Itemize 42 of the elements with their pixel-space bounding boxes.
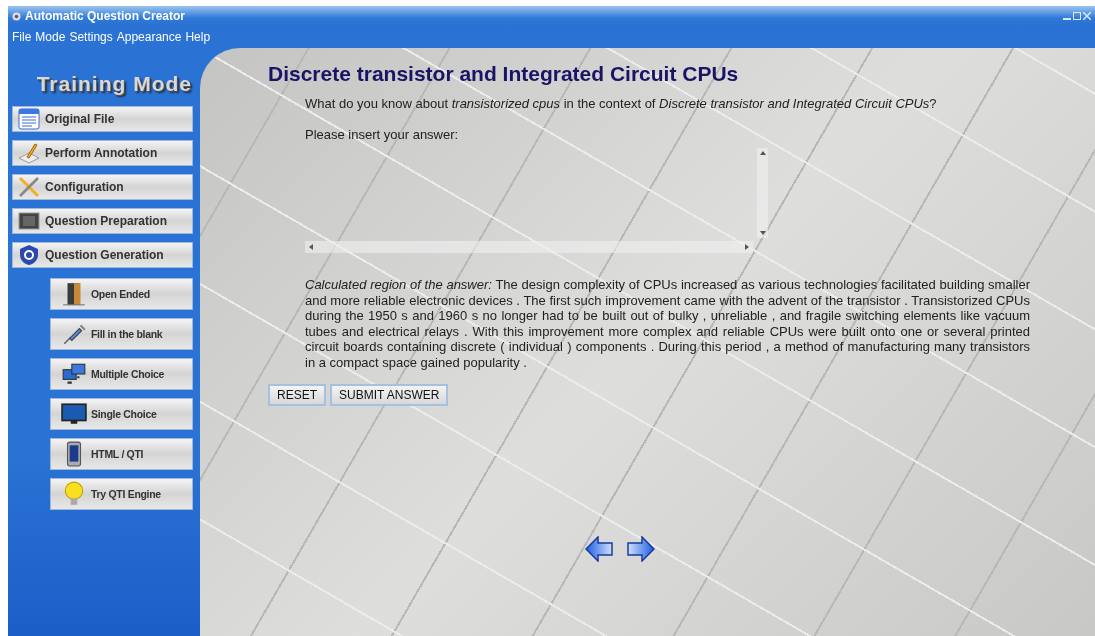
sidebar-button[interactable]: Open Ended	[50, 278, 193, 310]
menu-item[interactable]: Appearance	[116, 30, 182, 44]
sidebar-button[interactable]: Single Choice	[50, 398, 193, 430]
pencil-icon	[17, 141, 41, 165]
sidebar-button[interactable]: Question Generation	[12, 242, 193, 268]
vertical-scrollbar[interactable]	[757, 148, 768, 238]
document-icon	[17, 107, 41, 131]
question-text: What do you know about transistorized cpus in the context of Discrete transistor and Integrated Circuit CPUs?	[305, 96, 938, 111]
sidebar-button[interactable]: HTML / QTI	[50, 438, 193, 470]
calculated-answer-text: Calculated region of the answer: The design complexity of CPUs increased as various technologies facilitated building smaller and more reliable electronic devices . The first such improvement came with the advent of the transistor . Transistorized CPUs during the 1950 s and 1960 s no longer had to be built out of bulky , unreliable , and fragile switching elements like vacuum tubes and electrical relays . With this improvement more complex and reliable CPUs were built onto one or several printed circuit boards containing discrete ( individual ) components . During this period , a method of manufacturing many transistors in a compact space gained popularity .	[305, 277, 1030, 370]
app-icon	[12, 11, 21, 21]
scroll-right-icon[interactable]	[745, 244, 749, 250]
door-icon	[61, 281, 87, 307]
sidebar-button[interactable]: Multiple Choice	[50, 358, 193, 390]
computers-icon	[61, 361, 87, 387]
menu-item[interactable]: File	[12, 30, 32, 44]
close-icon[interactable]	[1083, 12, 1091, 20]
sidebar-button[interactable]: Perform Annotation	[12, 140, 193, 166]
menu-item[interactable]: Mode	[35, 30, 66, 44]
sidebar-button[interactable]: Try QTI Engine	[50, 478, 193, 510]
page-title: Discrete transistor and Integrated Circuit CPUs	[268, 62, 740, 86]
forward-arrow-icon[interactable]	[627, 536, 655, 562]
maximize-icon[interactable]	[1073, 12, 1081, 20]
menu-item[interactable]: Help	[185, 30, 211, 44]
horizontal-scrollbar[interactable]	[305, 241, 753, 253]
window-title: Automatic Question Creator	[25, 9, 186, 23]
action-button[interactable]: SUBMIT ANSWER	[330, 384, 449, 406]
sidebar-button[interactable]: Original File	[12, 106, 193, 132]
sidebar-button[interactable]: Question Preparation	[12, 208, 193, 234]
menu-item[interactable]: Settings	[69, 30, 113, 44]
back-arrow-icon[interactable]	[585, 536, 613, 562]
answer-prompt: Please insert your answer:	[305, 127, 460, 142]
action-button[interactable]: RESET	[268, 384, 326, 406]
sidebar-button[interactable]: Configuration	[12, 174, 193, 200]
answer-field[interactable]	[305, 148, 768, 253]
tools-icon	[17, 175, 41, 199]
scroll-left-icon[interactable]	[309, 244, 313, 250]
monitor-icon	[61, 401, 87, 427]
scroll-up-icon[interactable]	[759, 151, 766, 155]
mode-heading: Training Mode	[36, 72, 192, 96]
sidebar-button[interactable]: Fill in the blank	[50, 318, 193, 350]
scroll-down-icon[interactable]	[759, 231, 766, 235]
